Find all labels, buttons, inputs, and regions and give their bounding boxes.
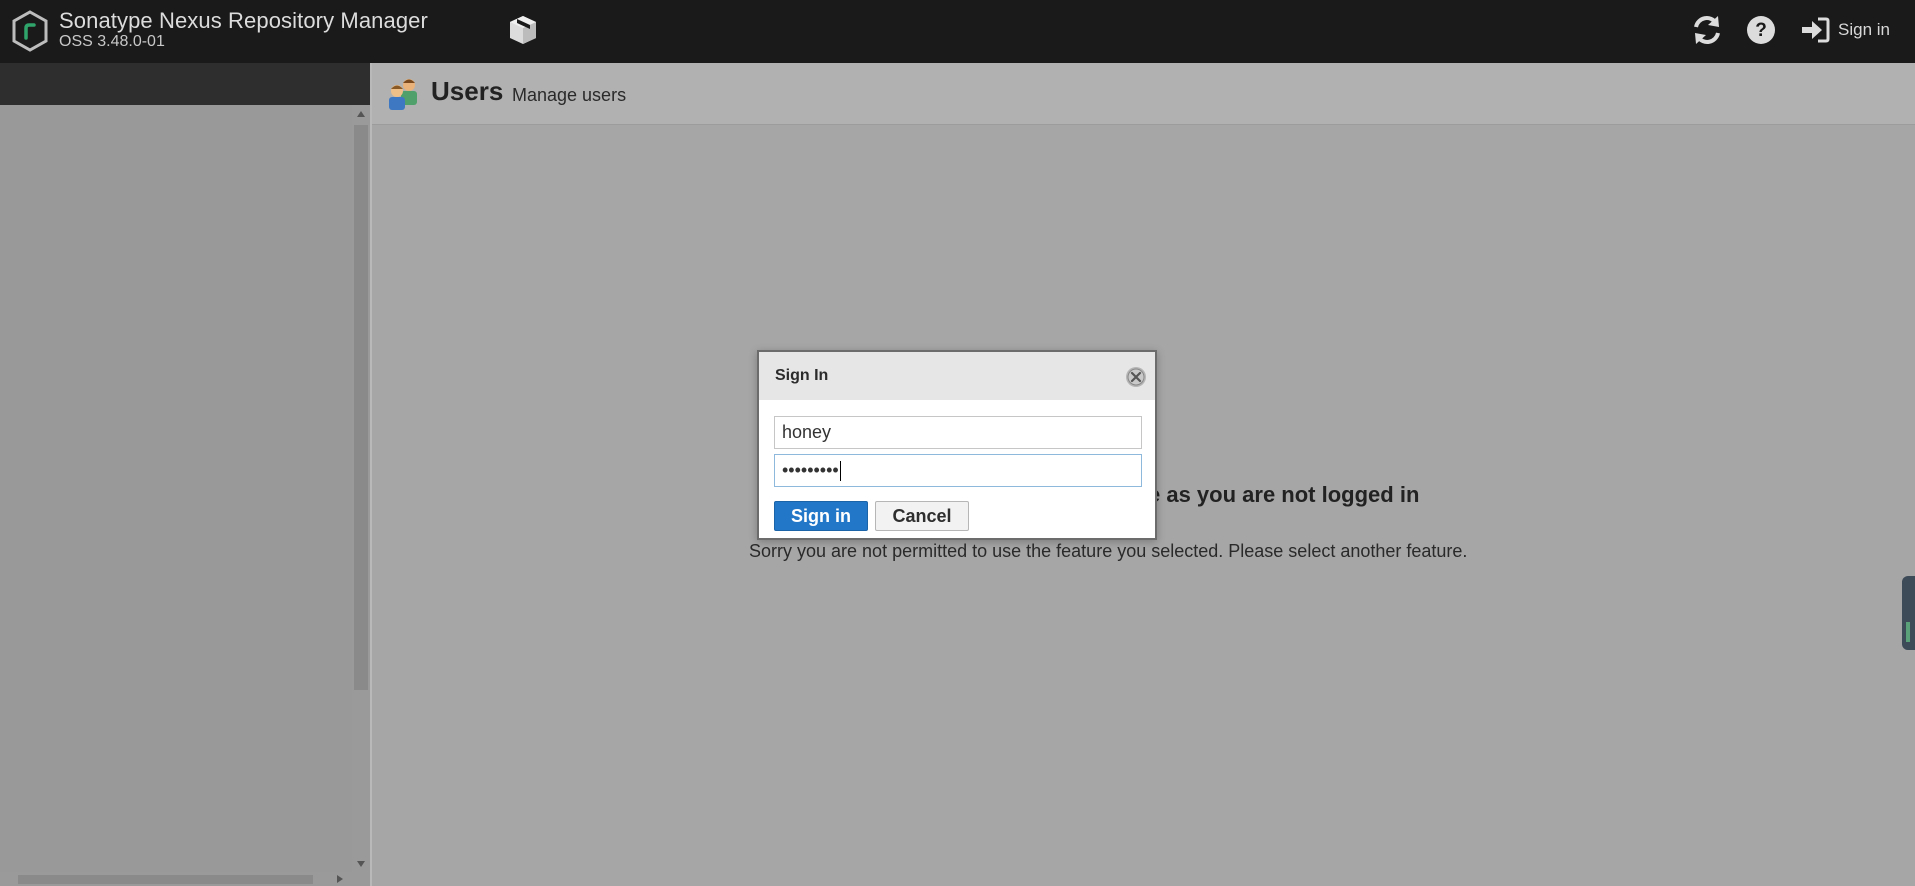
side-widget-indicator bbox=[1906, 622, 1910, 642]
scrollbar-thumb[interactable] bbox=[354, 125, 368, 690]
password-field[interactable]: ••••••••• bbox=[774, 454, 1142, 487]
sign-in-button[interactable]: Sign in bbox=[774, 501, 868, 531]
users-icon bbox=[389, 79, 417, 110]
cancel-button[interactable]: Cancel bbox=[875, 501, 969, 531]
dialog-title: Sign In bbox=[775, 367, 829, 384]
nexus-logo-icon[interactable] bbox=[11, 10, 49, 52]
password-value: ••••••••• bbox=[782, 460, 839, 480]
scroll-down-arrow-icon[interactable] bbox=[357, 861, 365, 867]
nav-vertical-scrollbar[interactable] bbox=[352, 105, 370, 872]
help-icon[interactable]: ? bbox=[1745, 14, 1777, 46]
hscrollbar-thumb[interactable] bbox=[18, 875, 313, 884]
sign-in-dialog: Sign In honey ••••••••• Sign in Cancel bbox=[757, 350, 1157, 540]
not-permitted-message: Sorry you are not permitted to use the f… bbox=[749, 541, 1468, 561]
content-header: Users Manage users bbox=[372, 63, 1915, 125]
nav-tree-panel[interactable] bbox=[0, 105, 352, 872]
refresh-icon[interactable] bbox=[1690, 13, 1724, 47]
side-widget-tab[interactable] bbox=[1902, 576, 1915, 650]
app-title: Sonatype Nexus Repository Manager bbox=[59, 8, 428, 33]
close-icon[interactable] bbox=[1125, 366, 1147, 388]
svg-text:?: ? bbox=[1755, 20, 1767, 41]
not-logged-in-heading: e as you are not logged in bbox=[1148, 482, 1420, 507]
page-subtitle: Manage users bbox=[512, 85, 627, 105]
scroll-right-arrow-icon[interactable] bbox=[337, 875, 343, 883]
scroll-up-arrow-icon[interactable] bbox=[357, 111, 365, 117]
sign-in-icon bbox=[1802, 17, 1830, 43]
nav-toolbar bbox=[0, 63, 370, 105]
panel-splitter[interactable] bbox=[370, 63, 372, 886]
sign-in-label: Sign in bbox=[1838, 20, 1890, 39]
text-caret bbox=[839, 461, 841, 482]
app-version: OSS 3.48.0-01 bbox=[59, 33, 165, 50]
nav-horizontal-scrollbar[interactable] bbox=[0, 872, 370, 886]
username-field[interactable]: honey bbox=[774, 416, 1142, 449]
username-value: honey bbox=[782, 422, 832, 442]
browse-cube-icon[interactable] bbox=[506, 13, 540, 47]
header-sign-in-link[interactable]: Sign in bbox=[1800, 16, 1890, 44]
dialog-header[interactable]: Sign In bbox=[759, 352, 1155, 400]
top-header: Sonatype Nexus Repository Manager OSS 3.… bbox=[0, 0, 1915, 63]
page-title: Users bbox=[431, 76, 504, 106]
